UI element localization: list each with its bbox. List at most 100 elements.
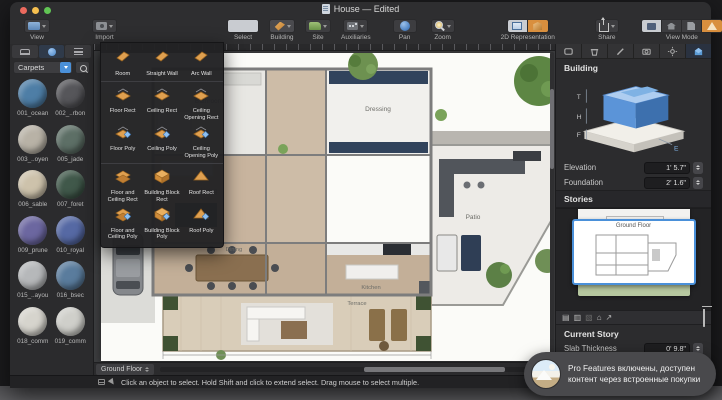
menu-item-floor-and-ceiling-rect[interactable]: Floor and Ceiling Rect (103, 166, 142, 204)
sun-icon (667, 46, 678, 56)
slab2-poly-icon (114, 206, 132, 227)
menu-item-ceiling-opening-rect[interactable]: Ceiling Opening Rect (182, 84, 221, 122)
titlebar: House — Edited (10, 2, 711, 18)
swatch-thumbnail (18, 124, 48, 154)
delete-story-button[interactable] (703, 308, 705, 327)
export-story-icon[interactable]: ⌂ (597, 313, 602, 322)
view-mode-elevation-button[interactable] (661, 20, 682, 32)
camera-icon (642, 48, 651, 55)
material-swatch[interactable]: 009_prune (14, 215, 52, 259)
view-mode-page-button[interactable] (681, 20, 702, 32)
foundation-value-field[interactable]: 2' 1.6" (644, 176, 690, 189)
slab-icon (153, 86, 171, 107)
view-mode-3d-button[interactable] (701, 20, 722, 32)
tab-camera[interactable] (634, 44, 660, 58)
swatch-name: 007_foret (56, 201, 84, 208)
material-swatch[interactable]: 018_comm (14, 306, 52, 350)
representation-2d-button[interactable] (507, 20, 528, 32)
close-window-button[interactable] (20, 6, 27, 14)
auxiliaries-button[interactable]: Auxiliaries (341, 19, 371, 41)
material-swatch[interactable]: 010_royal (52, 215, 90, 259)
plan-view-icon (646, 22, 656, 30)
menu-item-ceiling-rect[interactable]: Ceiling Rect (142, 84, 181, 122)
tab-object[interactable] (556, 44, 582, 58)
tab-light[interactable] (660, 44, 686, 58)
view-mode-plan-button[interactable] (641, 20, 662, 32)
vertical-scrollbar[interactable] (550, 52, 554, 360)
building-tool-button[interactable]: Building (269, 19, 295, 41)
floor-tab-ground[interactable]: Ground Floor (96, 363, 155, 375)
material-swatch[interactable]: 005_jade (52, 124, 90, 168)
slab-poly-icon (192, 124, 210, 145)
library-sidebar: Carpets 001_ocean 002_..rbon 003_..oyen 005… (10, 44, 94, 388)
material-swatch[interactable]: 006_sable (14, 170, 52, 213)
menu-item-building-block-rect[interactable]: Building Block Rect (142, 166, 181, 204)
representation-3d-button[interactable] (527, 20, 548, 32)
minimize-window-button[interactable] (32, 6, 39, 14)
material-swatch[interactable]: 002_..rbon (52, 79, 90, 122)
slab-icon (114, 86, 132, 107)
material-swatch[interactable]: 015_..ayou (14, 261, 52, 304)
elevation-stepper[interactable] (693, 161, 703, 174)
material-swatch[interactable]: 001_ocean (14, 79, 52, 122)
material-swatch[interactable]: 007_foret (52, 170, 90, 213)
menu-item-label: Roof Rect (188, 190, 214, 197)
wall-icon (153, 49, 171, 70)
roof-icon (192, 168, 210, 189)
menu-item-arc-wall[interactable]: Arc Wall (182, 47, 221, 78)
tab-edit[interactable] (608, 44, 634, 58)
add-story-icon[interactable]: ▤ (562, 313, 570, 322)
menu-item-roof-poly[interactable]: Roof Poly (182, 204, 221, 242)
material-swatch[interactable]: 003_..oyen (14, 124, 52, 168)
slab2-icon (114, 168, 132, 189)
import-icon (96, 22, 107, 30)
import-button[interactable]: Import (92, 19, 117, 41)
tab-building[interactable] (686, 44, 711, 58)
menu-item-straight-wall[interactable]: Straight Wall (142, 47, 181, 78)
current-story-header: Current Story (564, 329, 619, 339)
merge-story-icon[interactable]: ▧ (585, 313, 593, 322)
material-category-select[interactable]: Carpets (13, 61, 73, 74)
menu-item-floor-poly[interactable]: Floor Poly (103, 122, 142, 160)
foundation-stepper[interactable] (693, 176, 703, 189)
search-button[interactable] (75, 61, 90, 74)
material-swatch[interactable]: 016_bsec (52, 261, 90, 304)
floor-stepper-icon[interactable] (145, 366, 150, 372)
site-tool-button[interactable]: Site (305, 19, 331, 41)
elevation-value-field[interactable]: 1' 5.7" (644, 161, 690, 174)
zoom-window-button[interactable] (44, 6, 51, 14)
foundation-row: Foundation 2' 1.6" (556, 175, 711, 190)
duplicate-story-icon[interactable]: ▥ (574, 313, 582, 322)
diagram-label-e: E (674, 145, 679, 152)
tab-materials-inspector[interactable] (582, 44, 608, 58)
swatch-thumbnail (18, 306, 48, 336)
swatch-thumbnail (55, 215, 85, 245)
horizontal-scroll-thumb[interactable] (364, 366, 506, 372)
zoom-tool-button[interactable]: Zoom (430, 19, 455, 41)
menu-item-roof-rect[interactable]: Roof Rect (182, 166, 221, 204)
select-tool-button[interactable]: Select (227, 19, 259, 41)
menu-item-ceiling-poly[interactable]: Ceiling Poly (142, 122, 181, 160)
tab-materials[interactable] (38, 45, 65, 58)
move-story-icon[interactable]: ↗ (606, 313, 613, 322)
pencil-icon (617, 47, 624, 55)
pro-features-toast[interactable]: Pro Features включены, доступен контент … (524, 352, 716, 396)
menu-item-ceiling-opening-poly[interactable]: Ceiling Opening Poly (182, 122, 221, 160)
material-swatch[interactable]: 019_comm (52, 306, 90, 350)
horizontal-scrollbar[interactable] (160, 366, 531, 372)
view-icon (28, 22, 40, 30)
vertical-scroll-thumb[interactable] (550, 88, 554, 170)
story-card-ground-floor[interactable]: Ground Floor (571, 219, 696, 285)
pan-tool-button[interactable]: Pan (392, 19, 417, 41)
menu-item-room[interactable]: Room (103, 47, 142, 78)
share-button[interactable]: Share (594, 17, 619, 41)
menu-item-floor-and-ceiling-poly[interactable]: Floor and Ceiling Poly (103, 204, 142, 242)
menu-item-floor-rect[interactable]: Floor Rect (103, 84, 142, 122)
foundation-label: Foundation (564, 178, 604, 187)
tab-list[interactable] (65, 45, 92, 58)
building-diagram: T H F E (556, 75, 711, 160)
toolbar: View Import Select Building Site Auxilia… (10, 17, 722, 44)
view-button[interactable]: View (24, 19, 50, 41)
tab-furniture[interactable] (12, 45, 38, 58)
menu-item-building-block-poly[interactable]: Building Block Poly (142, 204, 181, 242)
